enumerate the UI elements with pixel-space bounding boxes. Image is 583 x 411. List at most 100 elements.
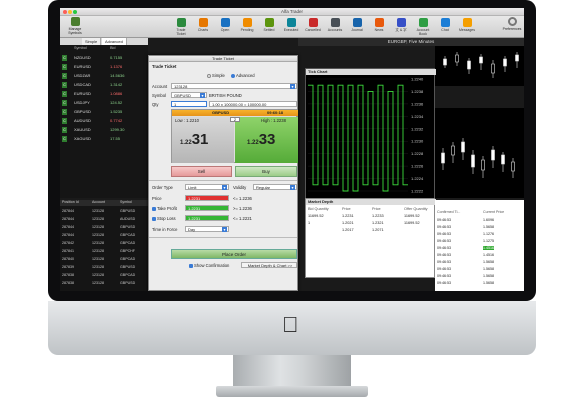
position-row[interactable]: 287844 123128 GBPUSD xyxy=(60,224,148,231)
right-table-cell: 09:46:53 xyxy=(437,239,451,243)
watchlist-row[interactable]: C USDZAR 14.5636 xyxy=(60,72,148,80)
toolbar-item[interactable]: Chat xyxy=(436,17,454,37)
position-symbol-cell: GBPUSD xyxy=(120,209,136,213)
take-profit-input[interactable]: 1.2231 xyxy=(185,205,229,211)
divider xyxy=(149,180,297,181)
watchlist-row[interactable]: C EURUSD 1.0886 xyxy=(60,90,148,98)
toolbar-item-label: Journal xyxy=(351,28,363,32)
position-symbol-cell: GBPCAD xyxy=(120,233,136,237)
spread-badge: 2 xyxy=(230,117,240,122)
watchlist-row[interactable]: C AUDUSD 0.7742 xyxy=(60,117,148,125)
depth-cell: 1.2231 xyxy=(342,214,354,218)
position-row[interactable]: 287841 123128 GBPCHF xyxy=(60,248,148,255)
watchlist-panel: Simple Advanced Symbol Bid C NZDUSD 0.7155… xyxy=(60,38,148,198)
watchlist-row[interactable]: C GBPUSD 1.5235 xyxy=(60,108,148,116)
chevron-down-icon: ▾ xyxy=(200,93,205,98)
position-row[interactable]: 287838 123128 GBPUSD xyxy=(60,280,148,287)
take-profit-checkbox[interactable]: Take Profit xyxy=(152,206,177,211)
position-row[interactable]: 287844 123128 AUDUSD xyxy=(60,216,148,223)
toolbar-item[interactable]: Settled xyxy=(260,17,278,37)
position-symbol-cell: GBPUSD xyxy=(120,225,136,229)
watchlist-row[interactable]: C USDJPY 124.52 xyxy=(60,99,148,107)
stop-loss-checkbox[interactable]: Stop Loss xyxy=(152,216,176,221)
sell-price-box[interactable]: Low : 1.2210 1.2231 xyxy=(172,117,234,163)
price-input[interactable]: 1.2231 xyxy=(185,195,229,201)
toolbar-item[interactable]: 文 & 字 xyxy=(392,17,410,37)
toolbar-item-label: Accounts xyxy=(327,28,343,32)
watchlist-row[interactable]: C XAGUSD 17.55 xyxy=(60,135,148,143)
toolbar-icon xyxy=(264,18,274,27)
toolbar-item[interactable]: Cancelled xyxy=(304,17,322,37)
position-account-cell: 123128 xyxy=(92,217,104,221)
time-in-force-label: Time in Force xyxy=(152,227,178,232)
right-table-cell: 1.4516 xyxy=(483,253,494,257)
position-row[interactable]: 287844 123128 GBPCAD xyxy=(60,232,148,239)
toolbar-item[interactable]: Pending xyxy=(238,17,256,37)
market-depth-chart-button[interactable]: Market Depth & Chart >> xyxy=(241,262,297,268)
toolbar-icon xyxy=(308,18,318,27)
position-row[interactable]: 287839 123128 GBPUSD xyxy=(60,264,148,271)
preferences-button[interactable]: Preferences xyxy=(502,17,522,31)
position-row[interactable]: 287840 123128 GBPCAD xyxy=(60,256,148,263)
price-tick-label: 1.2228 xyxy=(411,151,424,156)
radio-selected-icon xyxy=(231,73,235,78)
position-account-cell: 123128 xyxy=(92,233,104,237)
toolbar-item[interactable]: Account Book xyxy=(414,17,432,37)
toolbar-item[interactable]: Executed xyxy=(282,17,300,37)
price-bar: GBPUSD 09:60:18 xyxy=(172,110,298,116)
toolbar-item[interactable]: News xyxy=(370,17,388,37)
tick-chart-panel: Tick Chart 1.2240 1.2238 1.2236 1.2234 1.223… xyxy=(305,68,436,206)
manage-symbols-button[interactable]: Manage Symbols xyxy=(62,17,88,35)
currency-badge-icon: C xyxy=(62,73,67,79)
toolbar-item[interactable]: Trade Ticket xyxy=(172,17,190,37)
depth-cell: 1 xyxy=(308,221,311,225)
sell-button[interactable]: Sell xyxy=(171,166,232,177)
currency-badge-icon: C xyxy=(62,100,67,106)
position-row[interactable]: 287842 123128 GBPCAD xyxy=(60,240,148,247)
watchlist-row[interactable]: C NZDUSD 0.7155 xyxy=(60,54,148,62)
buy-price-box[interactable]: High : 1.2238 1.2233 xyxy=(235,117,298,163)
order-type-select[interactable]: Limit ▾ xyxy=(185,184,229,190)
buy-button[interactable]: Buy xyxy=(235,166,297,177)
col-bid: Bid xyxy=(110,46,116,50)
toolbar-item[interactable]: Messages xyxy=(458,17,476,37)
position-id-cell: 287844 xyxy=(62,225,74,229)
validity-select[interactable]: Regular ▾ xyxy=(253,184,297,190)
position-row[interactable]: 287844 123128 GBPUSD xyxy=(60,208,148,215)
toolbar-item[interactable]: Charts xyxy=(194,17,212,37)
trade-ticket-titlebar: Trade Ticket xyxy=(149,56,297,62)
time-in-force-select[interactable]: Day ▾ xyxy=(185,226,229,232)
chart-header: EURGBP, Five Minutes xyxy=(298,38,524,46)
account-select[interactable]: 123128 ▾ xyxy=(171,83,297,89)
tab-simple[interactable]: Simple xyxy=(82,38,102,45)
position-id-cell: 287844 xyxy=(62,217,74,221)
show-confirmation-checkbox[interactable]: Show Confirmation xyxy=(189,263,229,268)
watchlist-row[interactable]: C XAUUSD 1299.30 xyxy=(60,126,148,134)
watchlist-row[interactable]: C EURUSD 1.1376 xyxy=(60,63,148,71)
toolbar-item[interactable]: Journal xyxy=(348,17,366,37)
price-value: 1.2231 xyxy=(188,196,201,201)
position-account-cell: 123128 xyxy=(92,265,104,269)
stop-loss-input[interactable]: 1.2231 xyxy=(185,215,229,221)
position-row[interactable]: 287838 123128 GBPCAD xyxy=(60,272,148,279)
mode-advanced-radio[interactable]: Advanced xyxy=(231,73,255,78)
toolbar-icon xyxy=(286,18,296,27)
depth-header-cell: Bid Quantity xyxy=(308,207,329,211)
toolbar-item[interactable]: Open xyxy=(216,17,234,37)
low-label: Low : 1.2210 xyxy=(175,118,199,123)
toolbar-item[interactable]: Accounts xyxy=(326,17,344,37)
mode-simple-radio[interactable]: Simple xyxy=(207,73,225,78)
position-account-cell: 123128 xyxy=(92,257,104,261)
preferences-label: Preferences xyxy=(502,27,522,31)
right-table-cell: 09:46:53 xyxy=(437,281,451,285)
candle-chart-svg xyxy=(443,52,519,78)
qty-input[interactable]: 1 xyxy=(171,101,207,107)
divider xyxy=(149,237,297,238)
symbol-select[interactable]: GBPUSD ▾ xyxy=(171,92,207,98)
right-table-cell: 1.6096 xyxy=(483,218,494,222)
mode-simple-label: Simple xyxy=(212,73,225,78)
watchlist-row[interactable]: C USDCAD 1.3142 xyxy=(60,81,148,89)
tab-advanced[interactable]: Advanced xyxy=(102,38,127,45)
position-account-cell: 123128 xyxy=(92,225,104,229)
place-order-button[interactable]: Place Order xyxy=(171,249,297,259)
